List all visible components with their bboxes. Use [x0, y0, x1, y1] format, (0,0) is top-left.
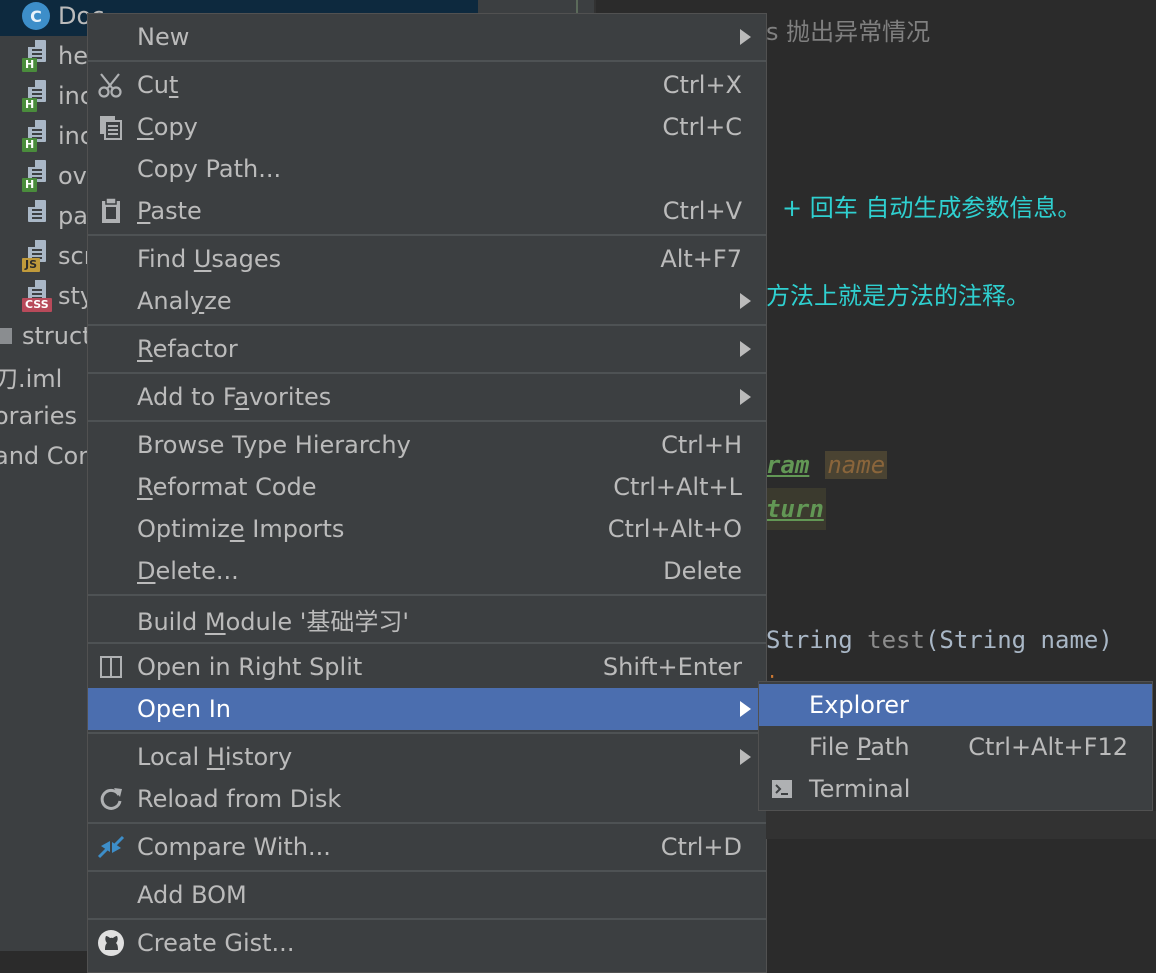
compare-arrows-icon: [96, 832, 126, 862]
copy-icon: [96, 112, 126, 142]
menu-item-refactor[interactable]: Refactor: [88, 328, 766, 370]
menu-item-paste[interactable]: Paste Ctrl+V: [88, 190, 766, 232]
menu-item-open-right-split[interactable]: Open in Right Split Shift+Enter: [88, 646, 766, 688]
tree-item-iml[interactable]: 刀.iml: [0, 356, 62, 396]
menu-separator: [88, 642, 766, 644]
js-file-icon: JS: [22, 240, 52, 272]
tree-item-html-1[interactable]: H he: [22, 36, 88, 76]
javadoc-return-line: turn: [766, 488, 826, 530]
menu-separator: [88, 732, 766, 734]
css-file-icon: CSS: [22, 280, 52, 312]
menu-item-build-module[interactable]: Build Module '基础学习': [88, 598, 766, 640]
submenu-arrow-icon: [740, 293, 751, 309]
menu-item-browse-hierarchy[interactable]: Browse Type Hierarchy Ctrl+H: [88, 424, 766, 466]
open-in-submenu: Explorer File Path Ctrl+Alt+F12 Terminal: [758, 681, 1153, 811]
folder-icon: [0, 328, 12, 344]
split-view-icon: [96, 652, 126, 682]
html-file-icon: H: [22, 160, 52, 192]
javadoc-param-line: ram name: [766, 444, 888, 486]
submenu-item-file-path[interactable]: File Path Ctrl+Alt+F12: [759, 726, 1152, 768]
tree-scroll-marker: [576, 0, 578, 14]
javadoc-param-tag: ram: [766, 451, 810, 479]
reload-icon: [96, 784, 126, 814]
submenu-item-terminal[interactable]: Terminal: [759, 768, 1152, 810]
menu-item-add-favorites[interactable]: Add to Favorites: [88, 376, 766, 418]
tree-item-html-2[interactable]: H inc: [22, 76, 93, 116]
submenu-arrow-icon: [740, 701, 751, 717]
menu-separator: [88, 234, 766, 236]
menu-separator: [88, 870, 766, 872]
menu-item-delete[interactable]: Delete... Delete: [88, 550, 766, 592]
menu-separator: [88, 420, 766, 422]
menu-item-add-bom[interactable]: Add BOM: [88, 874, 766, 916]
submenu-arrow-icon: [740, 749, 751, 765]
menu-item-compare-with[interactable]: Compare With... Ctrl+D: [88, 826, 766, 868]
menu-separator: [88, 60, 766, 62]
tree-item-html-3[interactable]: H inc: [22, 116, 93, 156]
menu-item-copy-path[interactable]: Copy Path...: [88, 148, 766, 190]
tree-item-js[interactable]: JS scr: [22, 236, 94, 276]
menu-separator: [88, 372, 766, 374]
clipboard-icon: [96, 196, 126, 226]
menu-item-reload-disk[interactable]: Reload from Disk: [88, 778, 766, 820]
menu-item-reformat-code[interactable]: Reformat Code Ctrl+Alt+L: [88, 466, 766, 508]
menu-item-new[interactable]: New: [88, 16, 766, 58]
menu-item-optimize-imports[interactable]: Optimize Imports Ctrl+Alt+O: [88, 508, 766, 550]
menu-separator: [88, 918, 766, 920]
github-icon: [96, 928, 126, 958]
tree-item-html-4[interactable]: H ov: [22, 156, 87, 196]
menu-item-open-in[interactable]: Open In: [88, 688, 766, 730]
scissors-icon: [96, 70, 126, 100]
menu-item-create-gist[interactable]: Create Gist...: [88, 922, 766, 964]
html-file-icon: H: [22, 40, 52, 72]
menu-item-local-history[interactable]: Local History: [88, 736, 766, 778]
menu-separator: [88, 822, 766, 824]
tree-item-text[interactable]: pa: [22, 196, 88, 236]
submenu-arrow-icon: [740, 341, 751, 357]
terminal-icon: [767, 774, 797, 804]
java-class-icon: C: [22, 2, 50, 30]
html-file-icon: H: [22, 80, 52, 112]
tree-item-css[interactable]: CSS sty: [22, 276, 94, 316]
html-file-icon: H: [22, 120, 52, 152]
comment-line-enter: + 回车 自动生成参数信息。: [782, 194, 1082, 222]
menu-item-cut[interactable]: Cut Ctrl+X: [88, 64, 766, 106]
comment-line-exceptions: s 抛出异常情况: [766, 18, 931, 46]
submenu-shadow: [766, 811, 1156, 839]
comment-line-method: 方法上就是方法的注释。: [766, 282, 1030, 310]
text-file-icon: [22, 200, 52, 232]
menu-item-copy[interactable]: Copy Ctrl+C: [88, 106, 766, 148]
tree-item-struct[interactable]: struct: [0, 316, 92, 356]
method-signature: String test(String name): [766, 626, 1113, 654]
context-menu: New Cut Ctrl+X Copy Ctrl+C Copy Path... Pa…: [87, 13, 767, 973]
menu-separator: [88, 594, 766, 596]
submenu-arrow-icon: [740, 29, 751, 45]
submenu-arrow-icon: [740, 389, 751, 405]
javadoc-return-tag: turn: [766, 495, 824, 523]
menu-item-analyze[interactable]: Analyze: [88, 280, 766, 322]
menu-item-find-usages[interactable]: Find Usages Alt+F7: [88, 238, 766, 280]
javadoc-param-name: name: [825, 451, 888, 479]
submenu-item-explorer[interactable]: Explorer: [759, 684, 1152, 726]
tree-item-libraries[interactable]: oraries: [0, 396, 77, 436]
tree-item-scratches[interactable]: and Con: [0, 436, 93, 476]
menu-separator: [88, 324, 766, 326]
